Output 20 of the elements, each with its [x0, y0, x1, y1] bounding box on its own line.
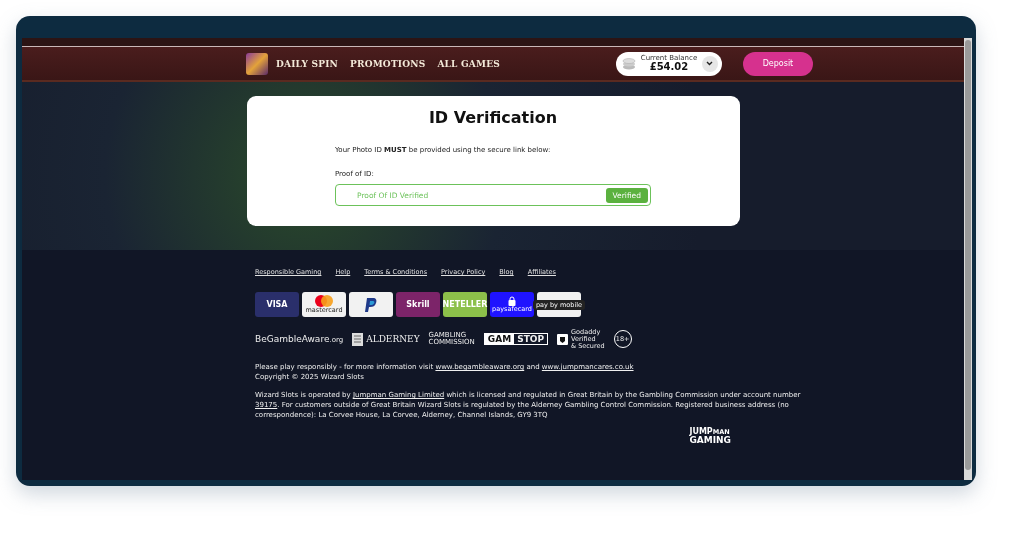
card-title: ID Verification: [428, 108, 558, 127]
nav-link[interactable]: ALL GAMES: [437, 58, 500, 69]
crest-icon: [352, 332, 364, 346]
neteller-payment-logo: NETELLER: [443, 292, 487, 317]
deposit-button[interactable]: Deposit: [742, 51, 813, 76]
circles-icon: [314, 295, 334, 308]
nav-link[interactable]: PROMOTIONS: [350, 58, 426, 69]
p-letter-icon: [364, 296, 378, 313]
scrollbar[interactable]: [964, 38, 972, 480]
shield-icon: [557, 333, 569, 345]
alderney-logo: ALDERNEY: [366, 334, 420, 345]
coins-icon: [621, 57, 636, 70]
logo-icon[interactable]: [246, 52, 268, 75]
lock-icon: [508, 296, 516, 307]
caret-icon: [701, 55, 718, 72]
nav-link[interactable]: DAILY SPIN: [276, 58, 338, 69]
visa-payment-logo: VISA: [255, 292, 299, 317]
gamstop-logo: GAM STOP: [483, 333, 549, 346]
balance-amount: £54.02: [649, 62, 689, 72]
skrill-payment-logo: Skrill: [396, 292, 440, 317]
